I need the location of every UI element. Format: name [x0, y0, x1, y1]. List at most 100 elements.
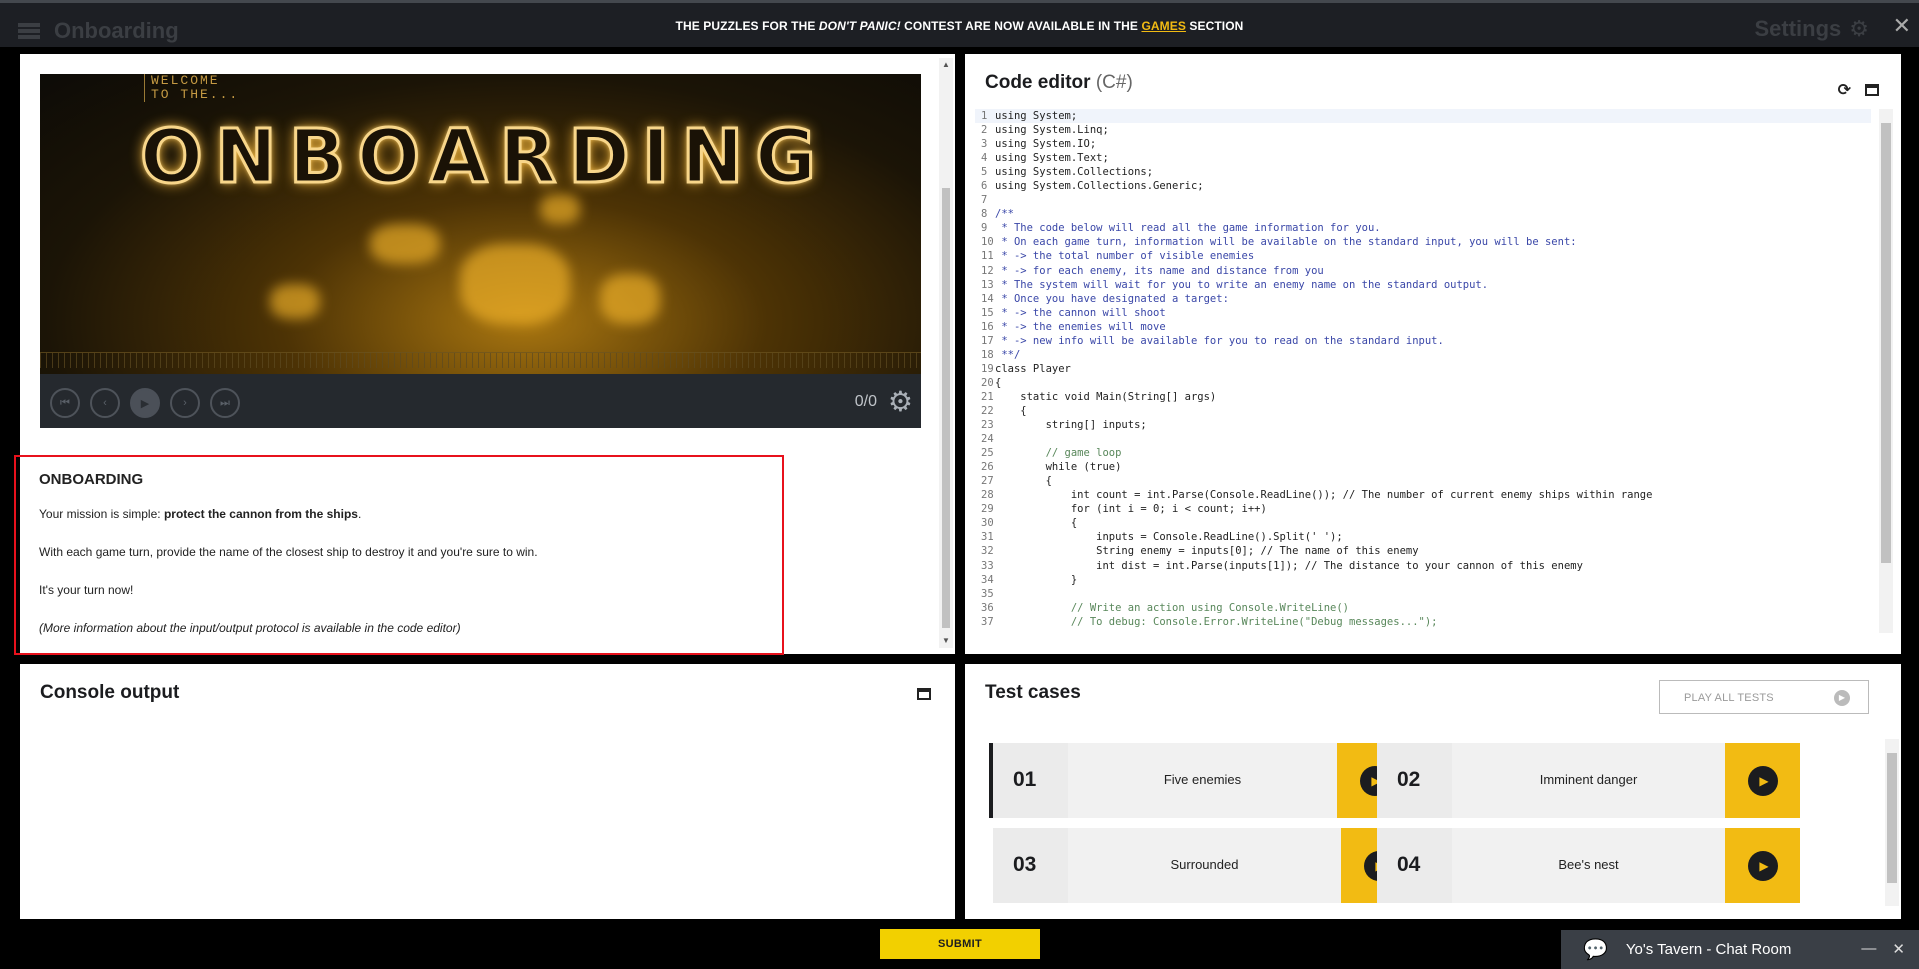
skip-back-icon[interactable]: ⏮: [50, 388, 80, 418]
test-case-item[interactable]: 01 Five enemies ▶: [989, 743, 1412, 818]
scroll-down-icon[interactable]: ▼: [939, 634, 953, 648]
line-number: 19: [981, 362, 994, 375]
code-line[interactable]: 26 while (true): [975, 460, 1871, 474]
chat-bar[interactable]: 💬 Yo's Tavern - Chat Room — ✕: [1561, 930, 1919, 969]
code-text: **/: [995, 348, 1021, 361]
code-line[interactable]: 22 {: [975, 404, 1871, 418]
maximize-icon[interactable]: [917, 688, 931, 700]
scroll-up-icon[interactable]: ▲: [939, 58, 953, 72]
code-line[interactable]: 30 {: [975, 516, 1871, 530]
run-test-button[interactable]: ▶: [1725, 743, 1800, 818]
tests-title: Test cases: [985, 682, 1081, 703]
code-text: while (true): [995, 461, 1122, 474]
scrollbar-thumb[interactable]: [1887, 753, 1897, 883]
code-text: static void Main(String[] args): [995, 390, 1217, 403]
code-text: * -> the cannon will shoot: [995, 306, 1166, 319]
code-text: {: [995, 475, 1052, 488]
code-line[interactable]: 13 * The system will wait for you to wri…: [975, 278, 1871, 292]
mission-text: Your mission is simple:: [39, 507, 164, 521]
code-line[interactable]: 23 string[] inputs;: [975, 418, 1871, 432]
skip-forward-icon[interactable]: ⏭: [210, 388, 240, 418]
play-icon[interactable]: ▶: [130, 388, 160, 418]
line-number: 28: [981, 489, 994, 502]
intro-video[interactable]: WELCOME TO THE... ONBOARDING ⏮ ‹ ▶ › ⏭ 0…: [40, 74, 921, 428]
code-line[interactable]: 19 class Player: [975, 362, 1871, 376]
code-line[interactable]: 32 String enemy = inputs[0]; // The name…: [975, 544, 1871, 558]
code-line[interactable]: 9 * The code below will read all the gam…: [975, 221, 1871, 235]
code-text: {: [995, 404, 1027, 417]
line-number: 1: [981, 110, 988, 122]
line-number: 16: [981, 320, 994, 333]
step-forward-icon[interactable]: ›: [170, 388, 200, 418]
code-line[interactable]: 11 * -> the total number of visible enem…: [975, 249, 1871, 263]
code-line[interactable]: 4 using System.Text;: [975, 151, 1871, 165]
code-line[interactable]: 29 for (int i = 0; i < count; i++): [975, 502, 1871, 516]
code-line[interactable]: 21 static void Main(String[] args): [975, 390, 1871, 404]
code-line[interactable]: 37 // To debug: Console.Error.WriteLine(…: [975, 615, 1871, 629]
test-case-number: 04: [1377, 828, 1452, 903]
code-line[interactable]: 8 /**: [975, 207, 1871, 221]
code-line[interactable]: 31 inputs = Console.ReadLine().Split(' '…: [975, 530, 1871, 544]
mission-goal: protect the cannon from the ships: [163, 507, 358, 521]
scrollbar-thumb[interactable]: [1881, 123, 1891, 563]
code-line[interactable]: 10 * On each game turn, information will…: [975, 235, 1871, 249]
code-line[interactable]: 27 {: [975, 474, 1871, 488]
test-case-item[interactable]: 04 Bee's nest ▶: [1377, 828, 1800, 903]
statement-scrollbar[interactable]: ▲ ▼: [939, 58, 953, 648]
code-line[interactable]: 16 * -> the enemies will move: [975, 320, 1871, 334]
tests-scrollbar[interactable]: [1885, 739, 1899, 906]
code-line[interactable]: 12 * -> for each enemy, its name and dis…: [975, 264, 1871, 278]
code-line[interactable]: 24: [975, 432, 1871, 446]
code-line[interactable]: 14 * Once you have designated a target:: [975, 292, 1871, 306]
line-number: 2: [981, 124, 988, 137]
code-line[interactable]: 20{: [975, 376, 1871, 390]
reset-code-icon[interactable]: ⟳: [1838, 80, 1851, 100]
mission-end: .: [357, 507, 362, 521]
play-all-label: PLAY ALL TESTS: [1684, 692, 1774, 704]
minimize-icon[interactable]: —: [1861, 940, 1876, 958]
code-line[interactable]: 17 * -> new info will be available for y…: [975, 334, 1871, 348]
games-link[interactable]: GAMES: [1141, 19, 1186, 33]
code-line[interactable]: 15 * -> the cannon will shoot: [975, 306, 1871, 320]
code-line[interactable]: 2 using System.Linq;: [975, 123, 1871, 137]
maximize-icon[interactable]: [1865, 84, 1879, 96]
run-test-button[interactable]: ▶: [1725, 828, 1800, 903]
close-banner-button[interactable]: ✕: [1893, 13, 1911, 39]
step-back-icon[interactable]: ‹: [90, 388, 120, 418]
code-line[interactable]: 5 using System.Collections;: [975, 165, 1871, 179]
test-case-name: Bee's nest: [1558, 857, 1619, 872]
editor-language: (C#): [1090, 72, 1133, 93]
code-line[interactable]: 3 using System.IO;: [975, 137, 1871, 151]
code-line[interactable]: 34 }: [975, 573, 1871, 587]
editor-scrollbar[interactable]: [1879, 109, 1893, 633]
code-line[interactable]: 7: [975, 193, 1871, 207]
code-text: * Once you have designated a target:: [995, 292, 1229, 305]
code-text: int dist = int.Parse(inputs[1]); // The …: [995, 559, 1583, 572]
statement-note: (More information about the input/output…: [39, 621, 461, 635]
code-line[interactable]: 6 using System.Collections.Generic;: [975, 179, 1871, 193]
close-icon[interactable]: ✕: [1892, 940, 1905, 958]
settings-button[interactable]: Settings ⚙: [1754, 16, 1869, 42]
code-editor-panel: Code editor (C#) ⟳ 1 using System; 2 using …: [965, 54, 1901, 654]
play-icon: ▶: [1834, 690, 1850, 706]
play-icon: ▶: [1748, 766, 1778, 796]
play-all-tests-button[interactable]: PLAY ALL TESTS ▶: [1659, 680, 1869, 714]
banner-text: THE PUZZLES FOR THE: [675, 19, 819, 33]
line-number: 7: [981, 194, 988, 207]
code-line[interactable]: 25 // game loop: [975, 446, 1871, 460]
code-line[interactable]: 18 **/: [975, 348, 1871, 362]
scrollbar-thumb[interactable]: [942, 188, 950, 628]
video-settings-icon[interactable]: ⚙: [888, 385, 913, 418]
code-area[interactable]: 1 using System; 2 using System.Linq; 3 using …: [975, 109, 1871, 629]
code-line[interactable]: 36 // Write an action using Console.Writ…: [975, 601, 1871, 615]
line-number: 9: [981, 222, 988, 235]
code-line[interactable]: 28 int count = int.Parse(Console.ReadLin…: [975, 488, 1871, 502]
code-line[interactable]: 35: [975, 587, 1871, 601]
line-number: 10: [981, 236, 994, 249]
code-line[interactable]: 33 int dist = int.Parse(inputs[1]); // T…: [975, 559, 1871, 573]
code-line[interactable]: 1 using System;: [975, 109, 1871, 124]
test-case-item[interactable]: 02 Imminent danger ▶: [1377, 743, 1800, 818]
test-case-item[interactable]: 03 Surrounded ▶: [993, 828, 1416, 903]
submit-button[interactable]: SUBMIT: [880, 929, 1040, 959]
line-number: 5: [981, 166, 988, 179]
